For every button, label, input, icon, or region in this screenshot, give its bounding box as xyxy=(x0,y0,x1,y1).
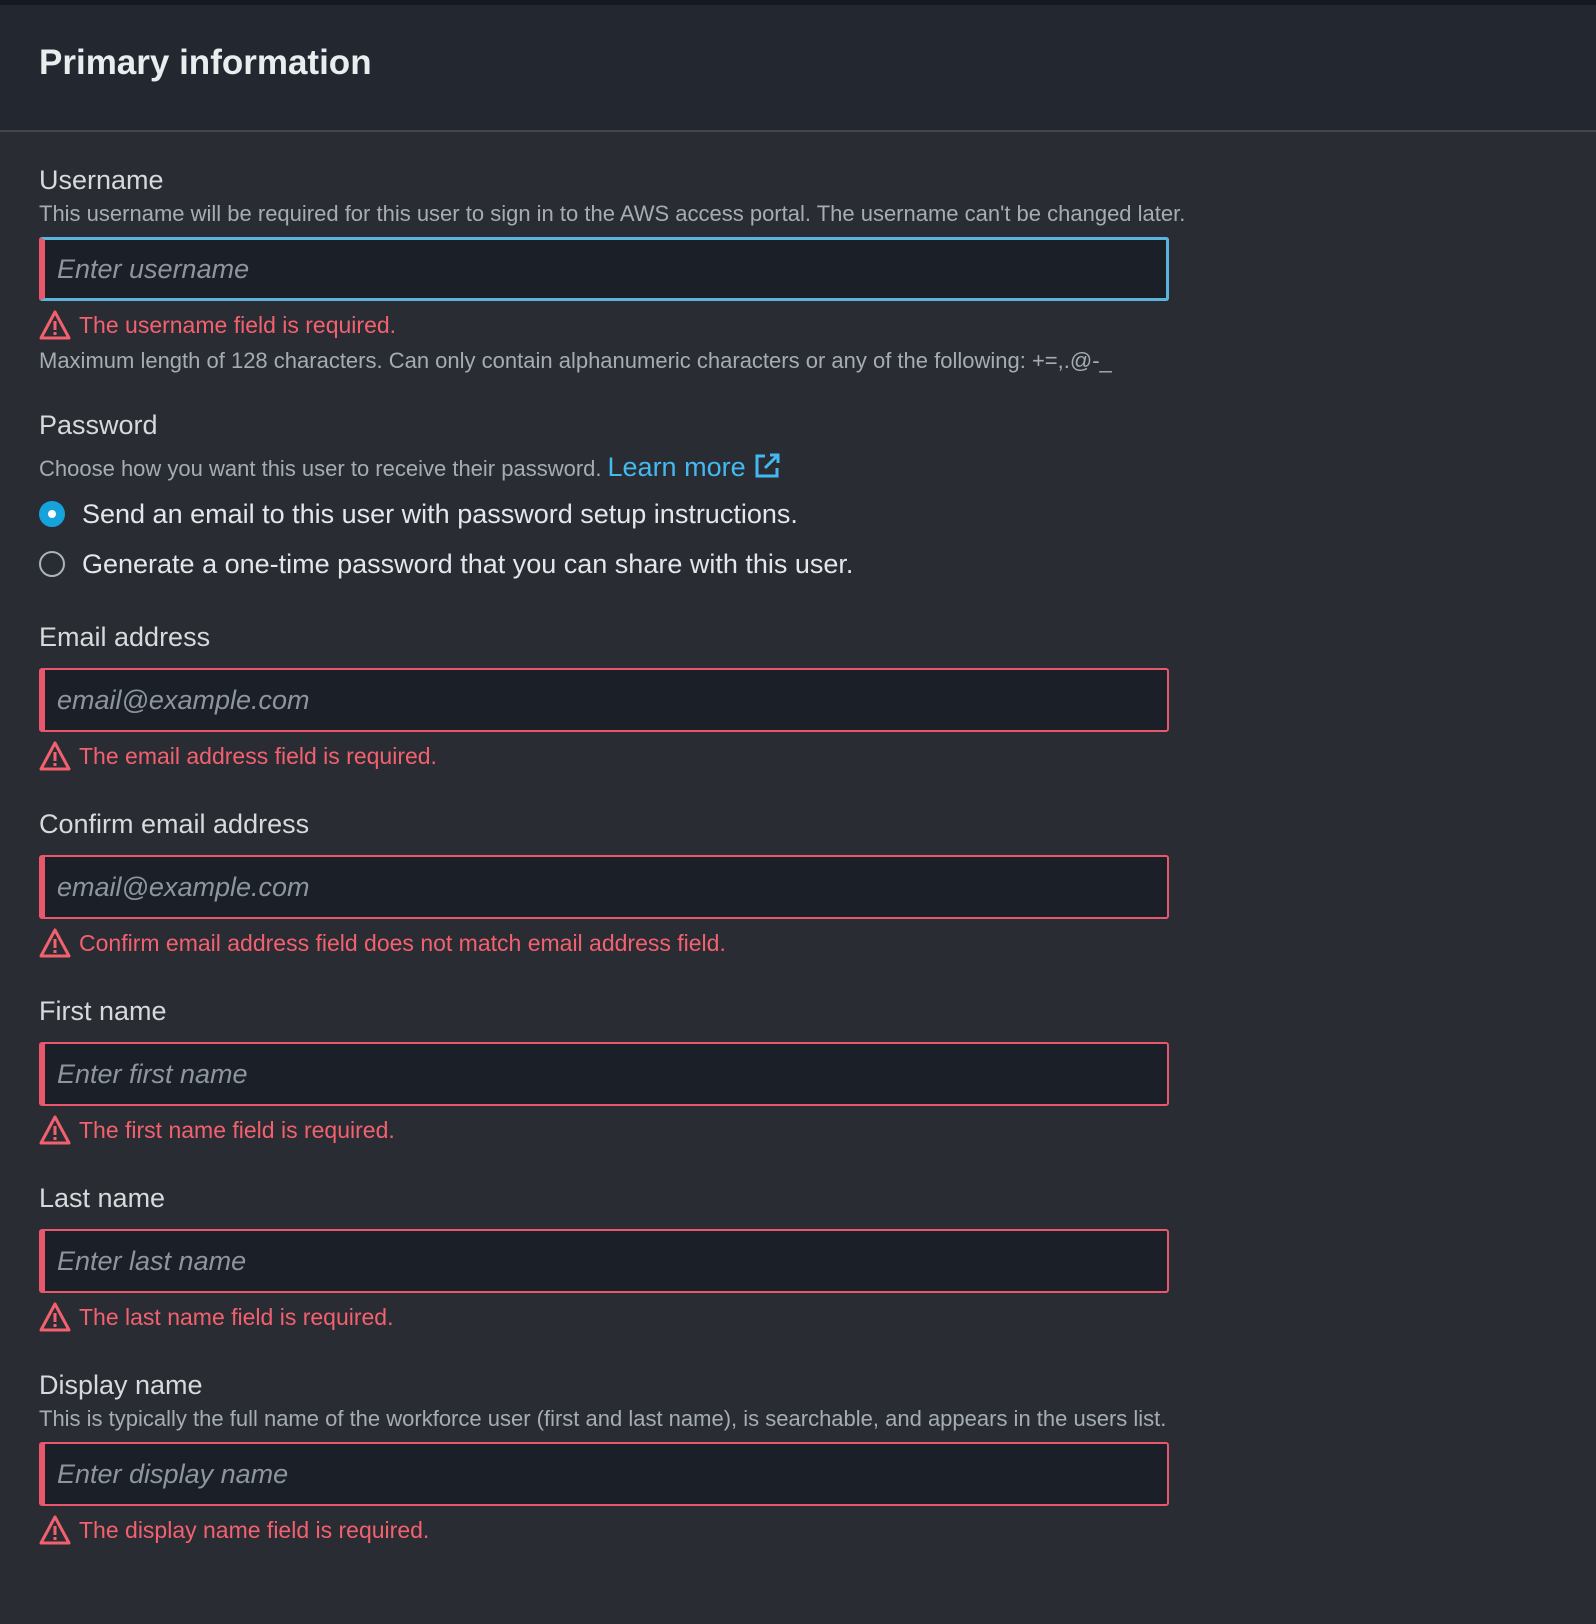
learn-more-link[interactable]: Learn more xyxy=(608,452,782,482)
radio-option-send-email[interactable]: Send an email to this user with password… xyxy=(39,494,1539,534)
warning-icon xyxy=(39,310,71,340)
email-label: Email address xyxy=(39,622,211,652)
form-body: Username This username will be required … xyxy=(39,163,1539,1547)
first-name-field-group: First name The first name field is requi… xyxy=(39,994,1539,1147)
confirm-email-error: Confirm email address field does not mat… xyxy=(39,926,1539,960)
first-name-error-text: The first name field is required. xyxy=(79,1116,395,1143)
radio-option-label: Generate a one-time password that you ca… xyxy=(82,548,854,579)
radio-option-label: Send an email to this user with password… xyxy=(82,498,798,529)
username-constraint: Maximum length of 128 characters. Can on… xyxy=(39,348,1112,373)
display-name-input[interactable] xyxy=(45,1444,1167,1504)
display-name-field-group: Display name This is typically the full … xyxy=(39,1368,1539,1547)
warning-icon xyxy=(39,1302,71,1332)
warning-icon xyxy=(39,741,71,771)
radio-option-one-time-password[interactable]: Generate a one-time password that you ca… xyxy=(39,544,1539,584)
password-description: Choose how you want this user to receive… xyxy=(39,456,602,481)
radio-selected-icon[interactable] xyxy=(39,501,65,527)
display-name-error: The display name field is required. xyxy=(39,1513,1539,1547)
email-input[interactable] xyxy=(45,670,1167,730)
learn-more-label: Learn more xyxy=(607,452,746,482)
confirm-email-field-group: Confirm email address Confirm email addr… xyxy=(39,807,1539,960)
username-error-text: The username field is required. xyxy=(79,311,397,338)
external-link-icon xyxy=(755,453,780,478)
display-name-label: Display name xyxy=(39,1370,203,1400)
first-name-error: The first name field is required. xyxy=(39,1113,1539,1147)
password-radio-group: Send an email to this user with password… xyxy=(39,494,1539,584)
email-error-text: The email address field is required. xyxy=(79,742,437,769)
confirm-email-error-text: Confirm email address field does not mat… xyxy=(79,929,726,956)
last-name-field-group: Last name The last name field is require… xyxy=(39,1181,1539,1334)
last-name-input-wrapper xyxy=(39,1229,1169,1293)
email-input-wrapper xyxy=(39,668,1169,732)
email-error: The email address field is required. xyxy=(39,739,1539,773)
email-field-group: Email address The email address field is… xyxy=(39,620,1539,773)
confirm-email-input-wrapper xyxy=(39,855,1169,919)
last-name-input[interactable] xyxy=(45,1231,1167,1291)
display-name-description: This is typically the full name of the w… xyxy=(39,1406,1167,1431)
first-name-input[interactable] xyxy=(45,1044,1167,1104)
password-label: Password xyxy=(39,410,158,440)
username-error: The username field is required. xyxy=(39,308,1539,342)
warning-icon xyxy=(39,928,71,958)
password-field-group: Password Choose how you want this user t… xyxy=(39,408,1539,584)
last-name-label: Last name xyxy=(39,1183,166,1213)
confirm-email-input[interactable] xyxy=(45,857,1167,917)
username-description: This username will be required for this … xyxy=(39,201,1186,226)
first-name-input-wrapper xyxy=(39,1042,1169,1106)
display-name-error-text: The display name field is required. xyxy=(79,1516,430,1543)
display-name-input-wrapper xyxy=(39,1442,1169,1506)
last-name-error-text: The last name field is required. xyxy=(79,1303,394,1330)
last-name-error: The last name field is required. xyxy=(39,1300,1539,1334)
username-input-wrapper xyxy=(39,237,1169,301)
confirm-email-label: Confirm email address xyxy=(39,809,310,839)
username-field-group: Username This username will be required … xyxy=(39,163,1539,376)
username-label: Username xyxy=(39,165,164,195)
first-name-label: First name xyxy=(39,996,167,1026)
section-header: Primary information xyxy=(0,5,1596,132)
username-input[interactable] xyxy=(45,240,1166,298)
warning-icon xyxy=(39,1515,71,1545)
section-title: Primary information xyxy=(39,43,372,82)
radio-unselected-icon[interactable] xyxy=(39,551,65,577)
warning-icon xyxy=(39,1115,71,1145)
password-description-line: Choose how you want this user to receive… xyxy=(39,451,1539,484)
primary-information-page: Primary information Username This userna… xyxy=(0,0,1596,1624)
